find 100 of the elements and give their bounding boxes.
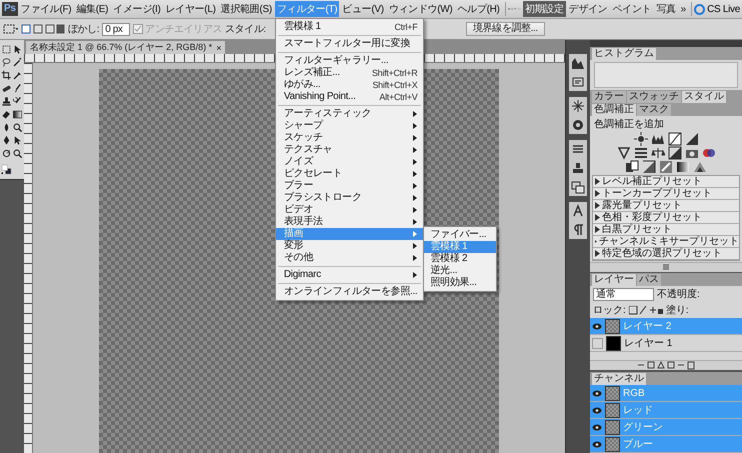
cs-live-button[interactable]: CS Live: [707, 4, 740, 14]
submenu-item[interactable]: アーティスティック: [276, 108, 424, 120]
layer-row[interactable]: レイヤー 1: [590, 335, 742, 352]
submenu-item[interactable]: 表現手法: [276, 216, 424, 228]
workspace-button[interactable]: ペイント: [610, 1, 654, 17]
preset-item[interactable]: 色相・彩度プリセット: [593, 212, 739, 224]
menu-item[interactable]: レンズ補正...: [284, 67, 362, 79]
panel-tab[interactable]: パス: [637, 274, 661, 286]
panel-tab[interactable]: レイヤー: [592, 274, 636, 286]
menu-item[interactable]: 逆光...: [424, 265, 496, 277]
stamp-icon[interactable]: [1, 96, 12, 107]
submenu-item[interactable]: その他: [276, 252, 424, 264]
submenu-item[interactable]: スケッチ: [276, 132, 424, 144]
lasso-icon[interactable]: [1, 57, 12, 68]
close-tab-button[interactable]: ×: [216, 42, 222, 52]
menu-item[interactable]: ウィンドウ(W): [386, 1, 454, 17]
refine-edge-button[interactable]: 境界線を調整...: [466, 22, 545, 36]
panel-tab[interactable]: カラー: [592, 91, 626, 103]
brush-icon[interactable]: [12, 83, 23, 94]
sun-icon[interactable]: [634, 132, 648, 146]
lock-options-icon[interactable]: [628, 306, 663, 314]
more-workspaces-button[interactable]: »: [678, 2, 688, 16]
menu-item[interactable]: ファイル(F): [18, 1, 74, 17]
submenu-item[interactable]: シャープ: [276, 120, 424, 132]
panel-tab[interactable]: ヒストグラム: [592, 48, 656, 60]
eye-icon[interactable]: [592, 422, 602, 432]
layers-icon[interactable]: [571, 180, 585, 194]
eye-icon[interactable]: [592, 440, 602, 448]
submenu-item[interactable]: Digimarc: [276, 269, 424, 281]
crop-icon[interactable]: [1, 70, 12, 81]
selective-color-icon[interactable]: [693, 160, 707, 174]
panel-menu-icon[interactable]: [661, 263, 671, 272]
menu-item[interactable]: 編集(E): [74, 1, 110, 17]
workspace-button[interactable]: 写真: [654, 1, 678, 17]
submenu-item[interactable]: ノイズ: [276, 156, 424, 168]
document-tab[interactable]: 名称未設定 1 @ 66.7% (レイヤー 2, RGB/8) * ×: [26, 41, 226, 54]
menu-item[interactable]: フィルターギャラリー...: [276, 55, 424, 67]
info-icon[interactable]: [571, 75, 585, 89]
panel-tab[interactable]: スタイル: [682, 91, 726, 103]
dashed-square-icon[interactable]: [1, 44, 12, 55]
gradient-map-icon[interactable]: [676, 160, 690, 174]
preset-item[interactable]: レベル補正プリセット: [593, 176, 739, 188]
menu-item[interactable]: レイヤー(L): [164, 1, 218, 17]
menu-item[interactable]: 照明効果...: [424, 277, 496, 289]
zoom-icon[interactable]: [12, 148, 23, 159]
preset-item[interactable]: 露光量プリセット: [593, 200, 739, 212]
threshold-icon[interactable]: [659, 160, 673, 174]
preset-item[interactable]: 特定色域の選択プリセット: [593, 248, 739, 260]
marquee-tool-icon[interactable]: [2, 23, 18, 35]
submenu-item[interactable]: 変形: [276, 240, 424, 252]
panel-tab[interactable]: スウォッチ: [627, 91, 681, 103]
rotate-icon[interactable]: [1, 148, 12, 159]
eye-icon[interactable]: [592, 406, 602, 414]
preset-item[interactable]: トーンカーブプリセット: [593, 188, 739, 200]
preset-item[interactable]: チャンネルミキサープリセット: [593, 236, 739, 248]
submenu-item[interactable]: ビデオ: [276, 204, 424, 216]
curves-icon[interactable]: [668, 132, 682, 146]
eyedropper-icon[interactable]: [12, 70, 23, 81]
panel-tab[interactable]: マスク: [637, 104, 671, 116]
menu-item[interactable]: 雲模様 2: [424, 253, 496, 265]
submenu-item[interactable]: ブラー: [276, 180, 424, 192]
eraser-icon[interactable]: [1, 109, 12, 120]
starburst-icon[interactable]: [571, 99, 585, 113]
panel-tab[interactable]: チャンネル: [592, 373, 646, 385]
preset-item[interactable]: 白黒プリセット: [593, 224, 739, 236]
layer-actions-icon[interactable]: [636, 361, 696, 370]
scale-icon[interactable]: [650, 146, 664, 160]
stamp-icon[interactable]: [571, 161, 585, 175]
selection-mode-icon[interactable]: [21, 23, 65, 35]
menu-item[interactable]: イメージ(I): [111, 1, 162, 17]
menu-item[interactable]: ゆがみ...: [284, 79, 362, 91]
blend-mode-dropdown[interactable]: 通常: [593, 288, 654, 300]
menu-item[interactable]: ビュー(V): [340, 1, 386, 17]
eye-icon[interactable]: [592, 388, 602, 398]
menu-item[interactable]: ファイバー...: [424, 229, 496, 241]
menu-item[interactable]: ヘルプ(H): [455, 1, 502, 17]
circles-icon[interactable]: [702, 146, 716, 160]
magnifier-icon[interactable]: [12, 122, 23, 133]
submenu-item[interactable]: ピクセレート: [276, 168, 424, 180]
feather-field[interactable]: 0 px: [102, 22, 130, 36]
workspace-button[interactable]: デザイン: [566, 1, 610, 17]
panel-tab[interactable]: 色調補正: [592, 104, 636, 116]
arrow-icon[interactable]: [12, 44, 23, 55]
eye-icon[interactable]: [592, 322, 602, 330]
submenu-item[interactable]: テクスチャ: [276, 144, 424, 156]
pointer-icon[interactable]: [12, 135, 23, 146]
menu-item[interactable]: 選択範囲(S): [218, 1, 274, 17]
menu-item[interactable]: Vanishing Point...: [284, 91, 370, 103]
gradient-icon[interactable]: [12, 109, 23, 120]
histogram-icon[interactable]: [571, 56, 585, 70]
half-square-icon[interactable]: [668, 146, 682, 160]
wand-icon[interactable]: [12, 57, 23, 68]
menu-item[interactable]: スマートフィルター用に変換: [276, 38, 424, 50]
invert-icon[interactable]: [625, 160, 639, 174]
color-swatches-icon[interactable]: [1, 164, 12, 175]
circle-icon[interactable]: [571, 118, 585, 132]
exposure-icon[interactable]: [684, 132, 698, 146]
workspace-button[interactable]: 初期設定: [522, 1, 566, 17]
posterize-icon[interactable]: [642, 160, 656, 174]
menu-item[interactable]: 雲模様 1: [284, 21, 384, 33]
